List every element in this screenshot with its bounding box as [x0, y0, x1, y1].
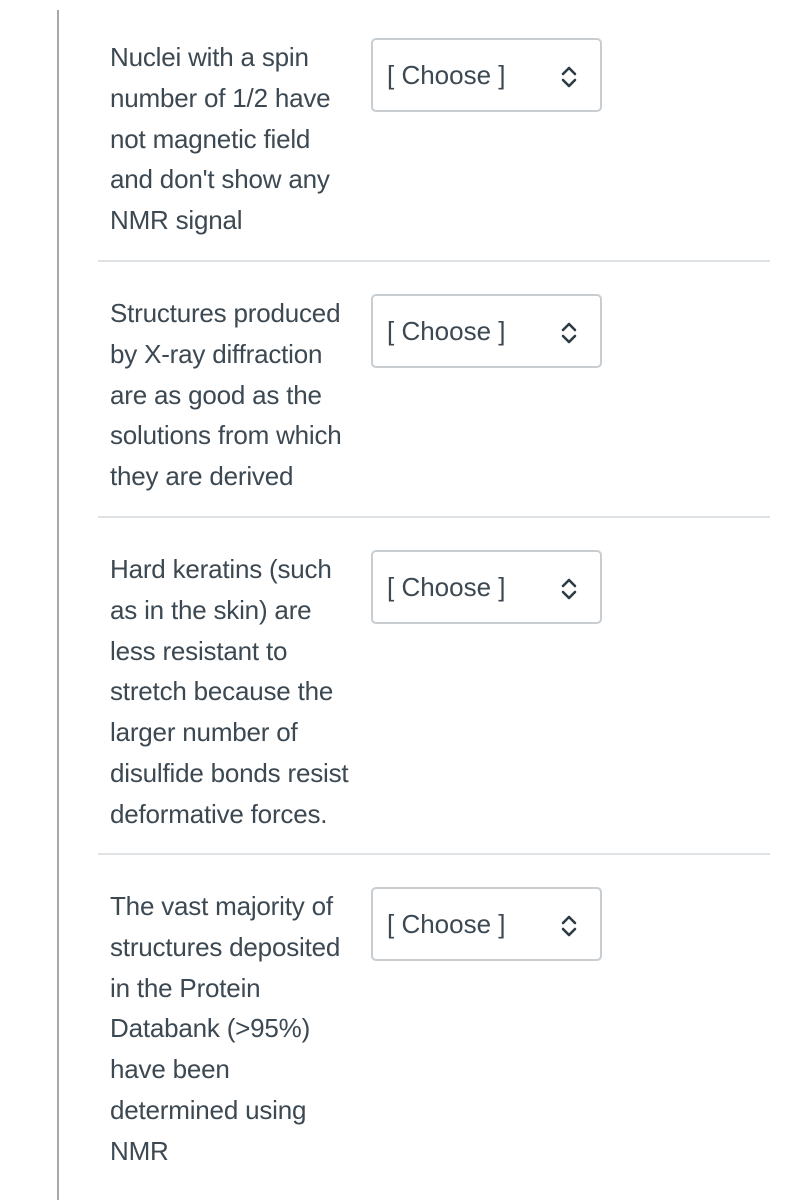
question-1-text: Nuclei with a spin number of 1/2 have no… — [110, 42, 331, 236]
question-2-answer-select[interactable]: [ Choose ] — [371, 294, 602, 368]
up-down-chevron-icon — [561, 66, 577, 88]
up-down-chevron-icon — [561, 578, 577, 600]
question-4-text: The vast majority of structures deposite… — [110, 891, 341, 1166]
question-1-select-value: [ Choose ] — [387, 60, 506, 90]
question-divider — [98, 516, 770, 518]
question-3-select-value: [ Choose ] — [387, 572, 506, 602]
question-divider — [98, 260, 770, 262]
question-3-text: Hard keratins (such as in the skin) are … — [110, 554, 349, 829]
question-4-answer-select[interactable]: [ Choose ] — [371, 887, 602, 961]
up-down-chevron-icon — [561, 915, 577, 937]
up-down-chevron-icon — [561, 322, 577, 344]
question-2-text: Structures produced by X-ray diffraction… — [110, 298, 342, 492]
question-2-select-value: [ Choose ] — [387, 316, 506, 346]
question-divider — [98, 853, 770, 855]
left-border-rule — [57, 10, 59, 1200]
question-4-select-value: [ Choose ] — [387, 909, 506, 939]
question-3-answer-select[interactable]: [ Choose ] — [371, 550, 602, 624]
question-1-answer-select[interactable]: [ Choose ] — [371, 38, 602, 112]
